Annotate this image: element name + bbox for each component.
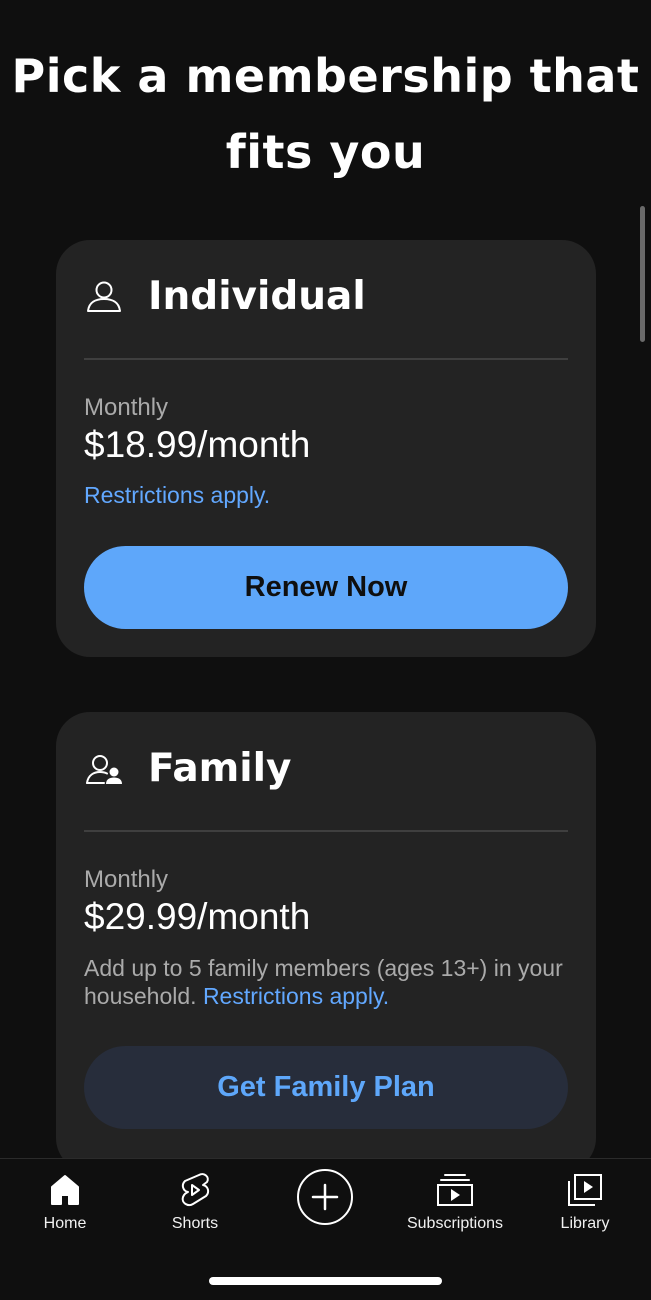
home-indicator[interactable] bbox=[209, 1277, 442, 1285]
plan-name: Individual bbox=[148, 274, 366, 319]
plan-name: Family bbox=[148, 746, 292, 791]
scrollbar[interactable] bbox=[640, 206, 645, 342]
individual-plan-card: Individual Monthly $18.99/month Restrict… bbox=[56, 240, 596, 657]
home-icon bbox=[50, 1171, 80, 1209]
individual-plan-header: Individual bbox=[84, 274, 366, 320]
nav-subscriptions[interactable]: Subscriptions bbox=[390, 1171, 520, 1237]
family-plan-card: Family Monthly $29.99/month Add up to 5 … bbox=[56, 712, 596, 1172]
person-icon bbox=[84, 277, 124, 317]
nav-label: Subscriptions bbox=[406, 1215, 504, 1232]
billing-period: Monthly bbox=[84, 394, 169, 421]
shorts-icon bbox=[179, 1171, 211, 1209]
page-title-line-2: fits you bbox=[225, 125, 426, 179]
nav-label: Library bbox=[560, 1215, 610, 1232]
nav-library[interactable]: Library bbox=[520, 1171, 650, 1237]
nav-shorts[interactable]: Shorts bbox=[130, 1171, 260, 1237]
restrictions-link[interactable]: Restrictions apply. bbox=[203, 983, 389, 1009]
divider bbox=[84, 830, 568, 832]
family-icon bbox=[84, 749, 124, 789]
restrictions-link[interactable]: Restrictions apply. bbox=[84, 482, 270, 509]
plan-price: $18.99/month bbox=[84, 424, 311, 465]
create-button[interactable] bbox=[297, 1169, 353, 1225]
plan-description: Add up to 5 family members (ages 13+) in… bbox=[84, 954, 574, 1010]
renew-now-button[interactable]: Renew Now bbox=[84, 546, 568, 629]
nav-label: Home bbox=[43, 1215, 87, 1232]
page-title: Pick a membership that fits you bbox=[0, 38, 651, 190]
plan-price: $29.99/month bbox=[84, 896, 311, 937]
page-title-line-1: Pick a membership that bbox=[11, 49, 640, 103]
subscriptions-icon bbox=[436, 1171, 474, 1209]
library-icon bbox=[567, 1171, 603, 1209]
nav-home[interactable]: Home bbox=[0, 1171, 130, 1237]
family-plan-header: Family bbox=[84, 746, 291, 792]
get-family-plan-button[interactable]: Get Family Plan bbox=[84, 1046, 568, 1129]
plus-circle-icon bbox=[310, 1182, 340, 1212]
divider bbox=[84, 358, 568, 360]
nav-label: Shorts bbox=[171, 1215, 219, 1232]
billing-period: Monthly bbox=[84, 866, 169, 893]
